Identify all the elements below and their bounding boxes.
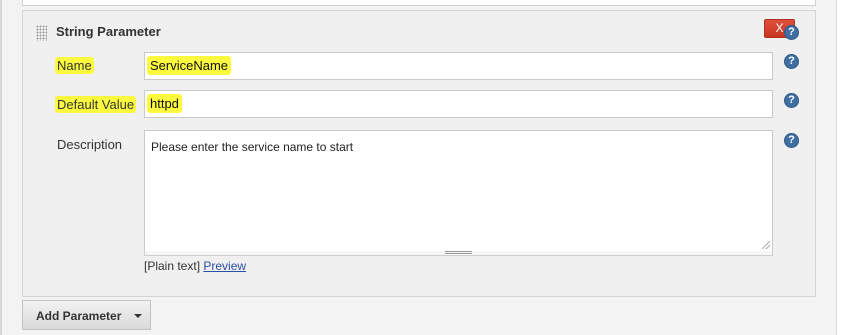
drag-handle-icon[interactable] — [36, 25, 47, 41]
default-value-label-text: Default Value — [55, 96, 137, 113]
name-input[interactable]: ServiceName — [144, 52, 773, 80]
help-icon[interactable]: ? — [784, 54, 799, 69]
previous-section-edge — [22, 0, 816, 6]
name-label: Name — [55, 57, 94, 74]
left-border — [0, 0, 2, 335]
description-text: Please enter the service name to start — [151, 140, 354, 154]
right-divider — [836, 0, 837, 335]
textarea-resize-handle[interactable] — [144, 251, 773, 256]
add-parameter-button[interactable]: Add Parameter — [22, 300, 151, 330]
name-input-value: ServiceName — [147, 56, 232, 75]
grip-icon — [445, 251, 472, 254]
help-icon[interactable]: ? — [784, 25, 799, 40]
resize-corner-icon[interactable] — [762, 241, 770, 249]
section-title: String Parameter — [56, 24, 161, 39]
default-value-input[interactable]: httpd — [144, 90, 773, 118]
description-label: Description — [57, 137, 123, 152]
add-parameter-label: Add Parameter — [36, 309, 122, 323]
default-value-input-value: httpd — [147, 94, 182, 113]
right-gutter — [836, 0, 863, 335]
help-icon[interactable]: ? — [784, 133, 799, 148]
chevron-down-icon[interactable] — [134, 314, 142, 318]
default-value-label: Default Value — [55, 96, 137, 113]
format-line: [Plain text] Preview — [144, 259, 246, 273]
preview-link[interactable]: Preview — [203, 259, 246, 273]
name-label-text: Name — [55, 57, 94, 74]
plain-text-label: [Plain text] — [144, 259, 201, 273]
description-textarea[interactable]: Please enter the service name to start — [144, 130, 773, 252]
help-icon[interactable]: ? — [784, 93, 799, 108]
